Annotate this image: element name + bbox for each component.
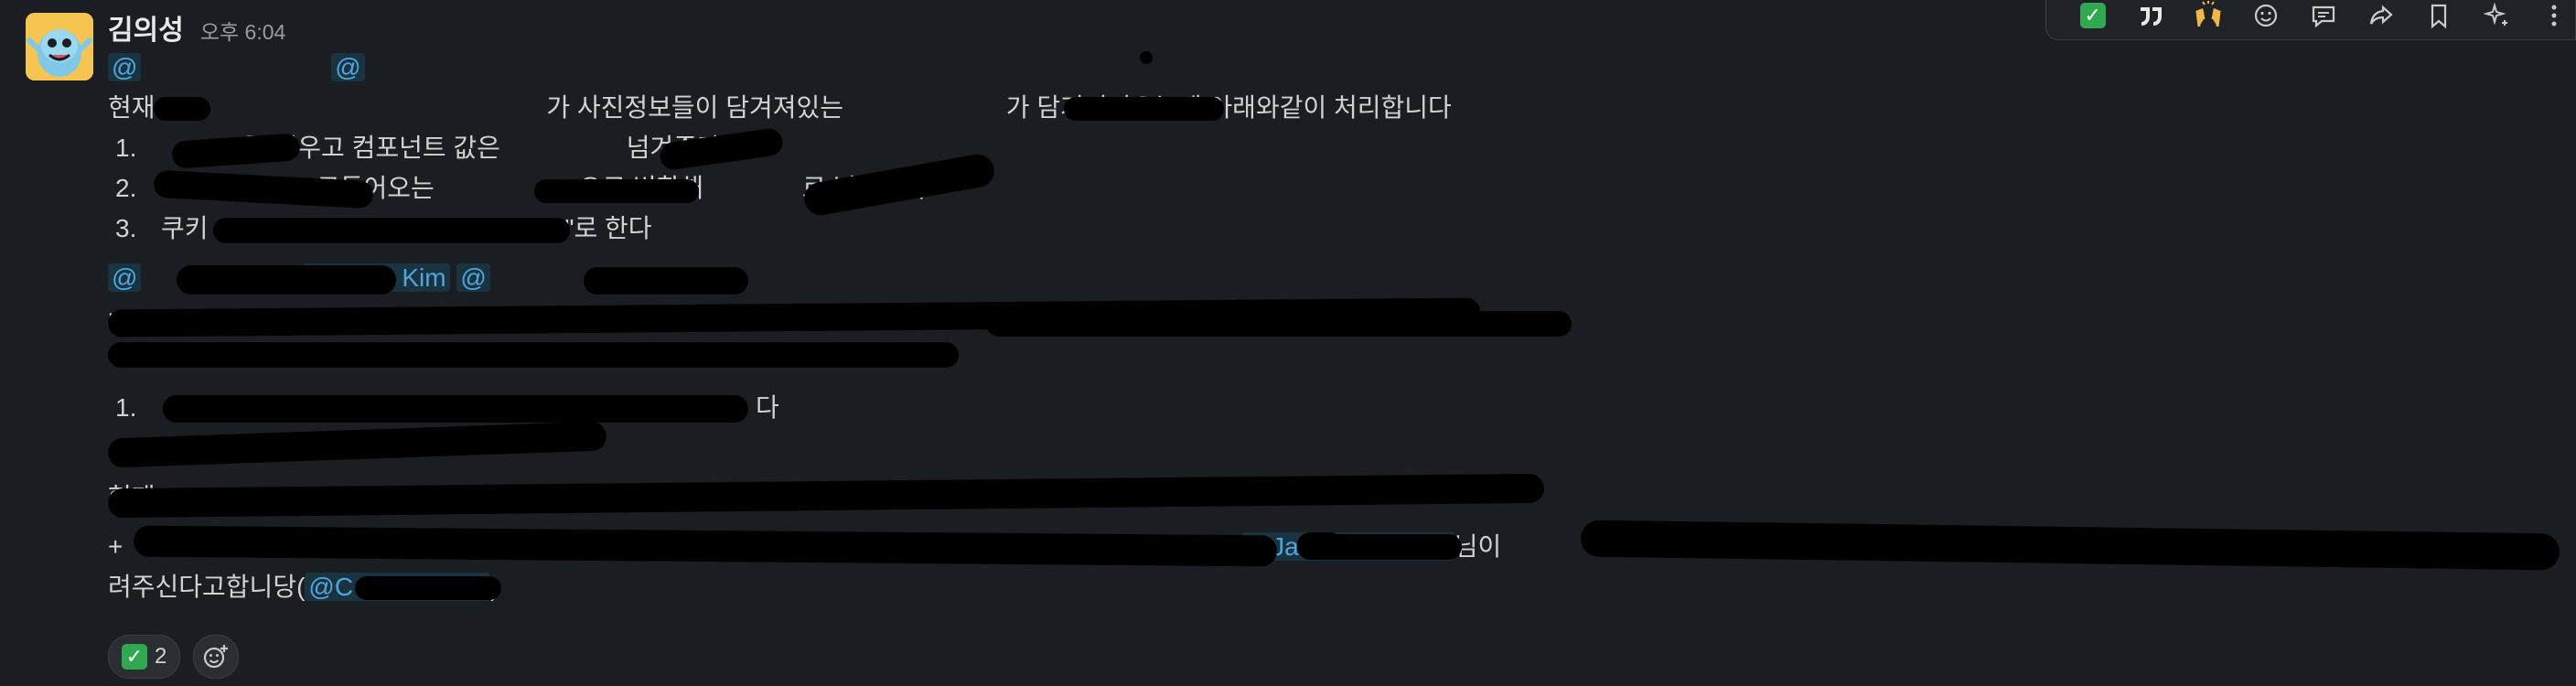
redaction [1297, 534, 1462, 560]
avatar[interactable] [26, 13, 93, 80]
redaction [107, 421, 607, 468]
text-line: 려주신다고합니당(@C) [108, 567, 2560, 607]
white-check-mark-icon: ✓ [122, 644, 147, 670]
mention-line-top: @ @ [108, 48, 2560, 88]
text-line: 현재 가 사진정보들이 담겨져있는 가 담겨져서오는데 아래와같이 처리합니다 [108, 88, 2560, 128]
redaction [163, 395, 748, 423]
redaction [107, 473, 1545, 519]
list-item: 2.로들어오는 으로 변환해 로 넘겨준다 [108, 152, 2560, 218]
share-button[interactable] [2361, 0, 2402, 37]
ai-sparkle-icon [2483, 1, 2508, 26]
reply-thread-icon [2312, 5, 2335, 27]
reply-thread-button[interactable] [2302, 0, 2344, 37]
list-item: 1. 다 [108, 388, 2560, 428]
redaction [133, 525, 1278, 567]
mention[interactable]: @ [456, 263, 490, 292]
raised-hands-icon [2195, 0, 2221, 27]
redaction [177, 265, 396, 295]
mention[interactable]: @ [108, 263, 142, 292]
reaction-check[interactable]: ✓ 2 [108, 635, 181, 679]
message-time[interactable]: 오후 6:04 [200, 15, 285, 46]
mention[interactable]: @ [108, 53, 142, 81]
mention-line-mid: @ @Jihae Kim @ [108, 258, 2560, 298]
add-reaction-button[interactable] [193, 635, 240, 679]
text-line: 현재 rans [107, 473, 2560, 519]
redaction [584, 267, 748, 295]
reaction-count: 2 [155, 644, 167, 669]
add-reaction-button[interactable] [2245, 0, 2286, 37]
list-item: 2. [107, 421, 2560, 468]
redaction [154, 97, 210, 121]
reactions-bar: ✓ 2 [108, 635, 240, 679]
text-line: rans [107, 297, 2560, 342]
list-number: 1. [115, 134, 137, 162]
message: 김의성 오후 6:04 @ @ 현재 가 사진정보들이 담겨져있는 가 담겨져서… [107, 7, 2560, 607]
text-fragment: + [108, 532, 131, 561]
text-line: + 로 @Ja님이 [108, 520, 2560, 571]
list-item: 1.를 띄우고 컴포넌트 값은 넘겨준다 [108, 126, 2560, 172]
more-icon [2551, 5, 2557, 26]
list-number: 3. [115, 214, 137, 242]
list-item: 3. 쿠키 "로 한다 [108, 209, 2560, 249]
add-reaction-icon [204, 645, 229, 669]
bookmark-button[interactable] [2419, 0, 2460, 37]
redaction [1064, 97, 1224, 121]
redaction [355, 576, 501, 600]
redaction [1580, 520, 2560, 571]
message-actions-toolbar: ✓ [2045, 0, 2576, 40]
more-actions-button[interactable] [2534, 0, 2575, 37]
text-fragment: 쿠키 [161, 214, 209, 242]
bookmark-icon [2431, 4, 2447, 28]
quote-icon [2140, 6, 2162, 26]
redaction [213, 218, 570, 243]
mention[interactable]: @ [331, 53, 365, 81]
ai-sparkle-button[interactable] [2476, 0, 2517, 37]
text-fragment: 다 [756, 393, 779, 422]
text-fragment: 가 사진정보들이 담겨져있는 [546, 93, 851, 122]
text-line [108, 342, 2560, 379]
react-check-button[interactable]: ✓ [2072, 0, 2113, 37]
raised-hands-button[interactable] [2187, 0, 2228, 37]
redaction [171, 133, 301, 169]
quote-button[interactable] [2130, 0, 2171, 37]
add-reaction-icon [2254, 4, 2277, 27]
share-icon [2370, 5, 2393, 25]
text-fragment: "로 한다 [564, 214, 652, 242]
text-fragment: 려주신다고합니당( [108, 573, 306, 601]
redaction [986, 311, 1572, 337]
list-number: 1. [115, 393, 137, 422]
redaction [534, 179, 699, 203]
redaction [108, 342, 959, 368]
white-check-mark-icon: ✓ [2079, 2, 2106, 28]
author-name[interactable]: 김의성 [108, 7, 184, 48]
